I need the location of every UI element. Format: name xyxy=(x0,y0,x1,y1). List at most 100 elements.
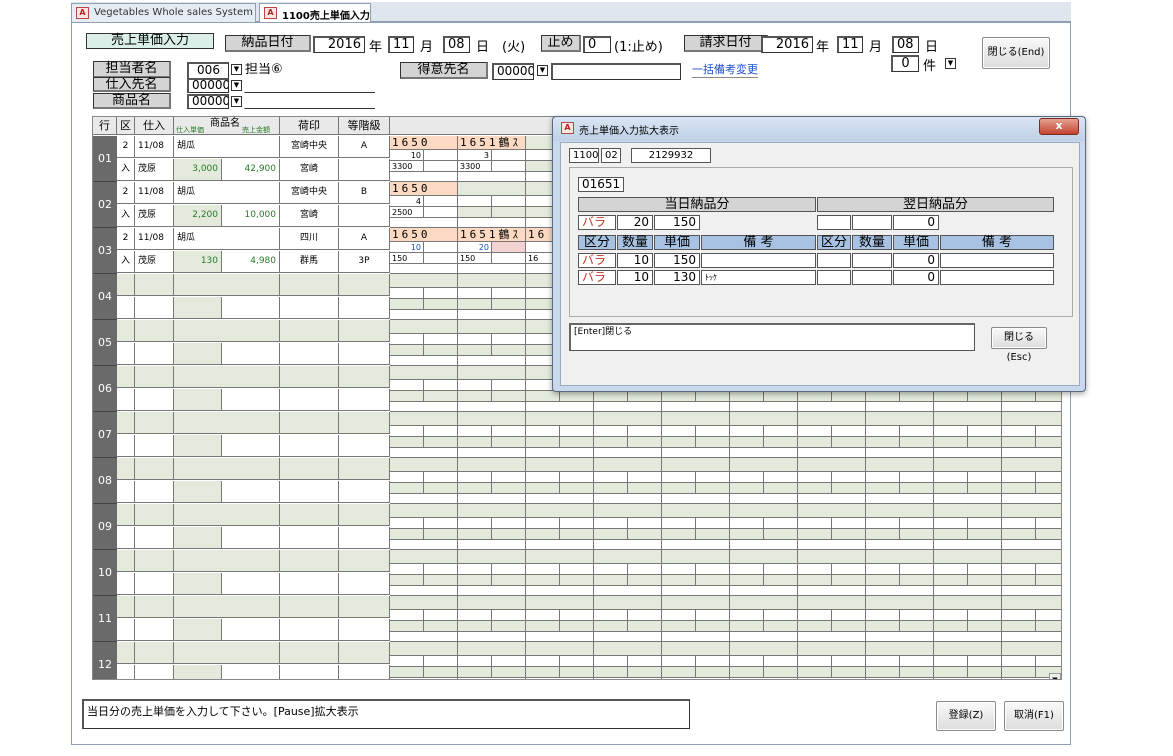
block-value[interactable] xyxy=(458,575,492,586)
block-code[interactable] xyxy=(526,642,594,656)
block-value-b[interactable] xyxy=(764,483,798,494)
date-cell[interactable]: 11/08 xyxy=(135,136,174,158)
block-code[interactable]: 1651鶴ｽ xyxy=(458,228,526,242)
block-code[interactable] xyxy=(390,504,458,518)
kubun-cell-2[interactable] xyxy=(117,435,135,457)
block-code[interactable] xyxy=(1002,504,1061,518)
next-detail-qty[interactable] xyxy=(852,253,892,268)
mark-cell[interactable] xyxy=(280,366,339,388)
delivery-day-field[interactable]: 08 xyxy=(443,36,470,53)
cost-price-cell[interactable] xyxy=(174,297,222,319)
block-qty[interactable] xyxy=(390,380,424,391)
block-code[interactable] xyxy=(526,504,594,518)
block-value-b[interactable] xyxy=(424,253,458,264)
block-extra[interactable] xyxy=(866,632,934,642)
block-qty[interactable] xyxy=(458,288,492,299)
block-extra[interactable] xyxy=(798,402,866,412)
dialog-close-icon[interactable]: x xyxy=(1039,118,1079,135)
block-code[interactable] xyxy=(798,504,866,518)
block-extra[interactable] xyxy=(458,310,526,320)
block-extra[interactable] xyxy=(390,586,458,596)
block-qty-b[interactable] xyxy=(424,380,458,391)
block-code[interactable] xyxy=(798,596,866,610)
cost-price-cell[interactable]: 2,200 xyxy=(174,205,222,227)
block-code[interactable] xyxy=(866,642,934,656)
date-cell[interactable] xyxy=(135,366,174,388)
block-qty-b[interactable] xyxy=(424,288,458,299)
block-extra[interactable] xyxy=(798,494,866,504)
block-extra[interactable] xyxy=(662,678,730,679)
block-value[interactable] xyxy=(526,621,560,632)
block-extra[interactable] xyxy=(798,540,866,550)
block-value[interactable] xyxy=(390,437,424,448)
block-qty-b[interactable] xyxy=(832,610,866,621)
block-extra[interactable] xyxy=(730,448,798,458)
block-value-b[interactable] xyxy=(492,345,526,356)
block-extra[interactable] xyxy=(458,448,526,458)
block-qty[interactable] xyxy=(594,426,628,437)
kubun-cell-2[interactable]: 入 xyxy=(117,251,135,273)
block-extra[interactable] xyxy=(390,218,458,228)
block-value[interactable] xyxy=(458,529,492,540)
block-extra[interactable] xyxy=(730,632,798,642)
next-summary-qty[interactable] xyxy=(852,215,892,230)
grade-cell[interactable] xyxy=(339,596,390,618)
block-extra[interactable] xyxy=(458,264,526,274)
block-value-b[interactable] xyxy=(696,621,730,632)
block-value-b[interactable] xyxy=(628,437,662,448)
block-value-b[interactable] xyxy=(832,667,866,678)
kubun-cell-2[interactable] xyxy=(117,527,135,549)
block-value-b[interactable] xyxy=(492,667,526,678)
grade-cell-2[interactable] xyxy=(339,159,390,181)
block-value[interactable]: 2500 xyxy=(390,207,424,218)
block-qty[interactable]: 20 xyxy=(458,242,492,253)
block-extra[interactable] xyxy=(458,678,526,679)
block-qty-b[interactable] xyxy=(492,288,526,299)
supplier-cell[interactable]: 茂原 xyxy=(135,205,174,227)
close-end-button[interactable]: 閉じる(End) xyxy=(982,37,1050,69)
block-extra[interactable] xyxy=(1002,586,1061,596)
block-value[interactable] xyxy=(798,437,832,448)
customer-name-field[interactable] xyxy=(551,63,681,80)
block-value[interactable] xyxy=(662,529,696,540)
date-cell[interactable] xyxy=(135,642,174,664)
block-extra[interactable] xyxy=(934,632,1002,642)
kubun-cell-2[interactable] xyxy=(117,389,135,411)
block-qty-b[interactable] xyxy=(628,610,662,621)
block-code[interactable] xyxy=(866,550,934,564)
block-code[interactable] xyxy=(526,550,594,564)
product-cell[interactable] xyxy=(174,366,280,388)
block-extra[interactable] xyxy=(934,678,1002,679)
block-qty[interactable] xyxy=(390,610,424,621)
detail-note[interactable] xyxy=(701,253,816,268)
block-value[interactable] xyxy=(1002,529,1036,540)
cost-price-cell[interactable] xyxy=(174,527,222,549)
block-extra[interactable] xyxy=(526,632,594,642)
block-value-b[interactable] xyxy=(628,483,662,494)
block-code[interactable] xyxy=(458,642,526,656)
block-value[interactable] xyxy=(730,529,764,540)
block-extra[interactable] xyxy=(390,540,458,550)
block-value[interactable] xyxy=(798,667,832,678)
block-value-b[interactable] xyxy=(628,667,662,678)
block-value-b[interactable] xyxy=(764,437,798,448)
block-qty-b[interactable] xyxy=(696,564,730,575)
block-value-b[interactable] xyxy=(424,391,458,402)
block-code[interactable] xyxy=(662,596,730,610)
block-extra[interactable] xyxy=(594,402,662,412)
block-qty[interactable] xyxy=(934,610,968,621)
block-value[interactable] xyxy=(390,345,424,356)
block-code[interactable] xyxy=(458,550,526,564)
cost-price-cell[interactable] xyxy=(174,573,222,595)
kubun-cell-2[interactable] xyxy=(117,343,135,365)
block-qty[interactable] xyxy=(730,472,764,483)
date-cell[interactable] xyxy=(135,458,174,480)
next-detail-note[interactable] xyxy=(940,270,1054,285)
block-value[interactable]: 150 xyxy=(390,253,424,264)
grade-cell[interactable] xyxy=(339,550,390,572)
block-code[interactable]: 1651鶴ｽ xyxy=(458,136,526,150)
block-value-b[interactable] xyxy=(492,483,526,494)
block-value-b[interactable] xyxy=(492,621,526,632)
block-value[interactable] xyxy=(934,391,968,402)
block-value-b[interactable] xyxy=(696,529,730,540)
